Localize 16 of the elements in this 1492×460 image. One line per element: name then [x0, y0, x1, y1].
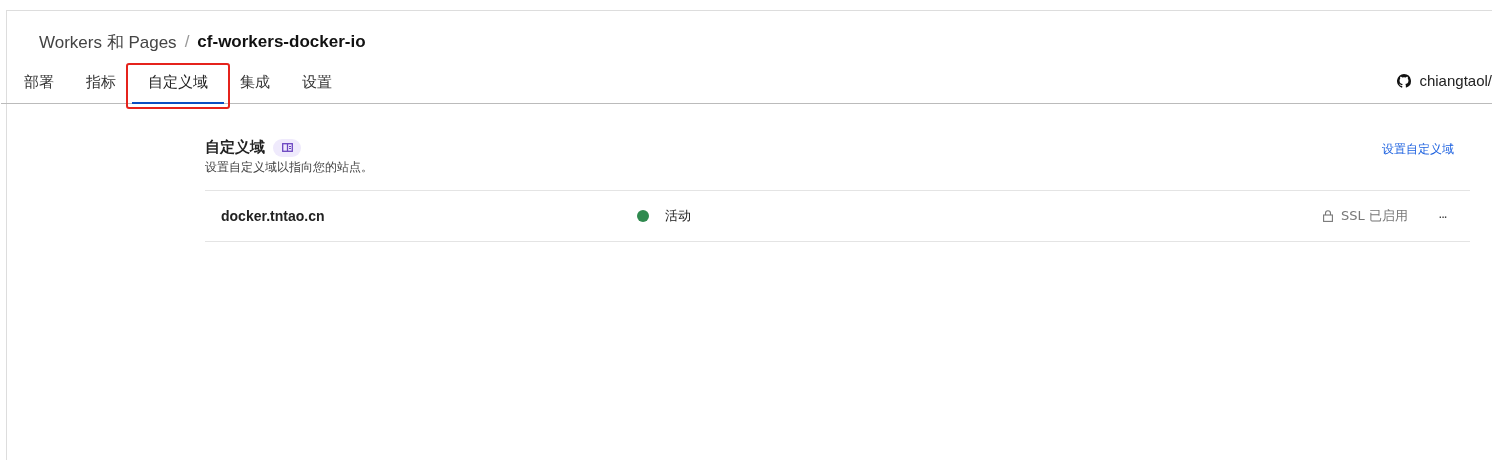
breadcrumb-separator: / [184, 32, 190, 52]
status-label: 活动 [665, 207, 691, 225]
breadcrumb-link[interactable]: Workers 和 Pages [39, 30, 177, 54]
section-title: 自定义域 [205, 138, 265, 157]
page-title: cf-workers-docker-io [197, 32, 366, 52]
tab[interactable]: 集成 [224, 67, 286, 104]
tab[interactable]: 部署 [8, 67, 70, 104]
tab[interactable]: 设置 [286, 67, 348, 104]
repository-link[interactable]: chiangtaol/ [1419, 72, 1492, 89]
ssl-status: SSL 已启用 [1341, 207, 1408, 225]
domain-name: docker.tntao.cn [221, 208, 326, 224]
tab[interactable]: 自定义域 [132, 67, 224, 104]
section-description: 设置自定义域以指向您的站点。 [205, 159, 373, 176]
add-domain-link[interactable]: 设置自定义域 [1382, 141, 1454, 158]
more-button[interactable]: ··· [1434, 208, 1450, 224]
tab[interactable]: 指标 [70, 67, 132, 104]
